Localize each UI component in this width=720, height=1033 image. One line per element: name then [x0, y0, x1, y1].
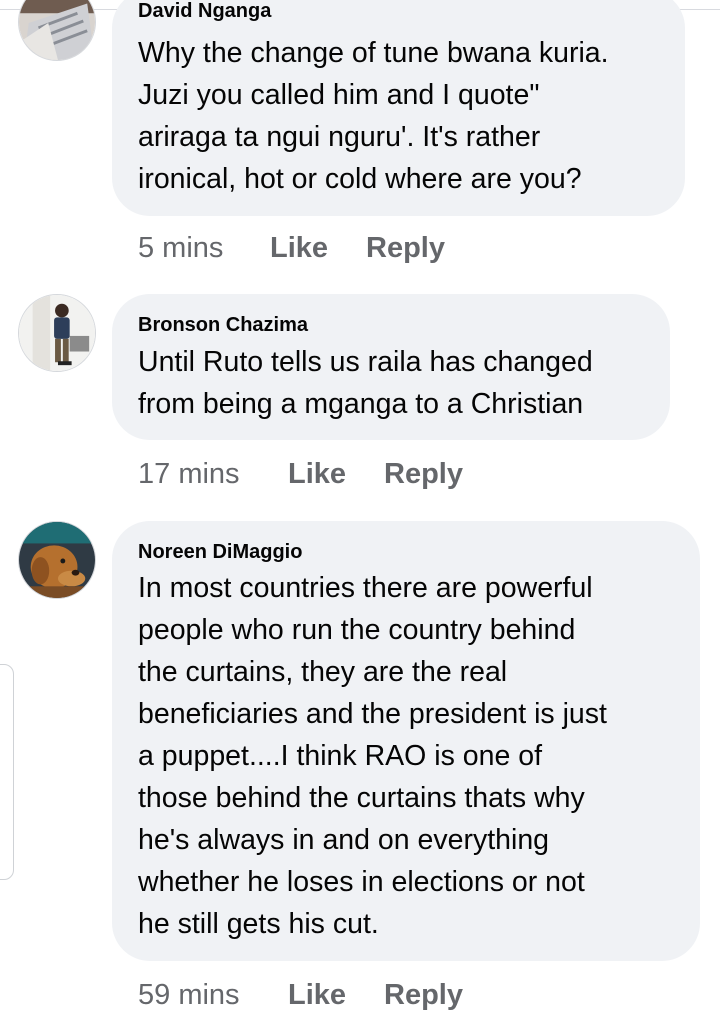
comment-text-line: ironical, hot or cold where are you? [138, 163, 582, 195]
comment-author[interactable]: Bronson Chazima [138, 314, 308, 337]
comment-text-line: whether he loses in elections or not [138, 866, 585, 898]
reply-button[interactable]: Reply [366, 232, 445, 265]
profile-photo-icon [19, 522, 95, 598]
comment-text-line: people who run the country behind [138, 614, 576, 646]
comment-timestamp[interactable]: 5 mins [138, 232, 223, 265]
comment-text-line: those behind the curtains thats why [138, 782, 585, 814]
comment-text-line: he still gets his cut. [138, 908, 379, 940]
avatar[interactable] [18, 0, 96, 61]
like-button[interactable]: Like [288, 979, 346, 1012]
comments-page: David Nganga Why the change of tune bwan… [0, 0, 720, 1033]
comment-text-line: In most countries there are powerful [138, 572, 593, 604]
comment-text-line: Juzi you called him and I quote" [138, 79, 540, 111]
comment-text-line: he's always in and on everything [138, 824, 550, 856]
profile-photo-icon [19, 295, 95, 371]
comment-bubble: Bronson Chazima Until Ruto tells us rail… [112, 294, 670, 440]
like-button[interactable]: Like [288, 458, 346, 491]
comment-bubble: Noreen DiMaggio In most countries there … [112, 521, 700, 961]
comment-text-line: from being a mganga to a Christian [138, 388, 584, 420]
comment-text-line: a puppet....I think RAO is one of [138, 740, 542, 772]
comment-text-line: Until Ruto tells us raila has changed [138, 346, 593, 378]
left-edge-panel [0, 664, 14, 880]
comment-text-line: the curtains, they are the real [138, 656, 508, 688]
reply-button[interactable]: Reply [384, 458, 463, 491]
reply-button[interactable]: Reply [384, 979, 463, 1012]
comment-text-line: Why the change of tune bwana kuria. [138, 37, 609, 69]
profile-photo-icon [19, 0, 95, 60]
like-button[interactable]: Like [270, 232, 328, 265]
comment-author[interactable]: Noreen DiMaggio [138, 541, 302, 564]
comment-text-line: ariraga ta ngui nguru'. It's rather [138, 121, 541, 153]
comment-author[interactable]: David Nganga [138, 0, 271, 23]
comment-text-line: beneficiaries and the president is just [138, 698, 607, 730]
avatar[interactable] [18, 521, 96, 599]
comment-bubble: David Nganga Why the change of tune bwan… [112, 0, 685, 216]
comment-timestamp[interactable]: 59 mins [138, 979, 240, 1012]
comment-timestamp[interactable]: 17 mins [138, 458, 240, 491]
avatar[interactable] [18, 294, 96, 372]
